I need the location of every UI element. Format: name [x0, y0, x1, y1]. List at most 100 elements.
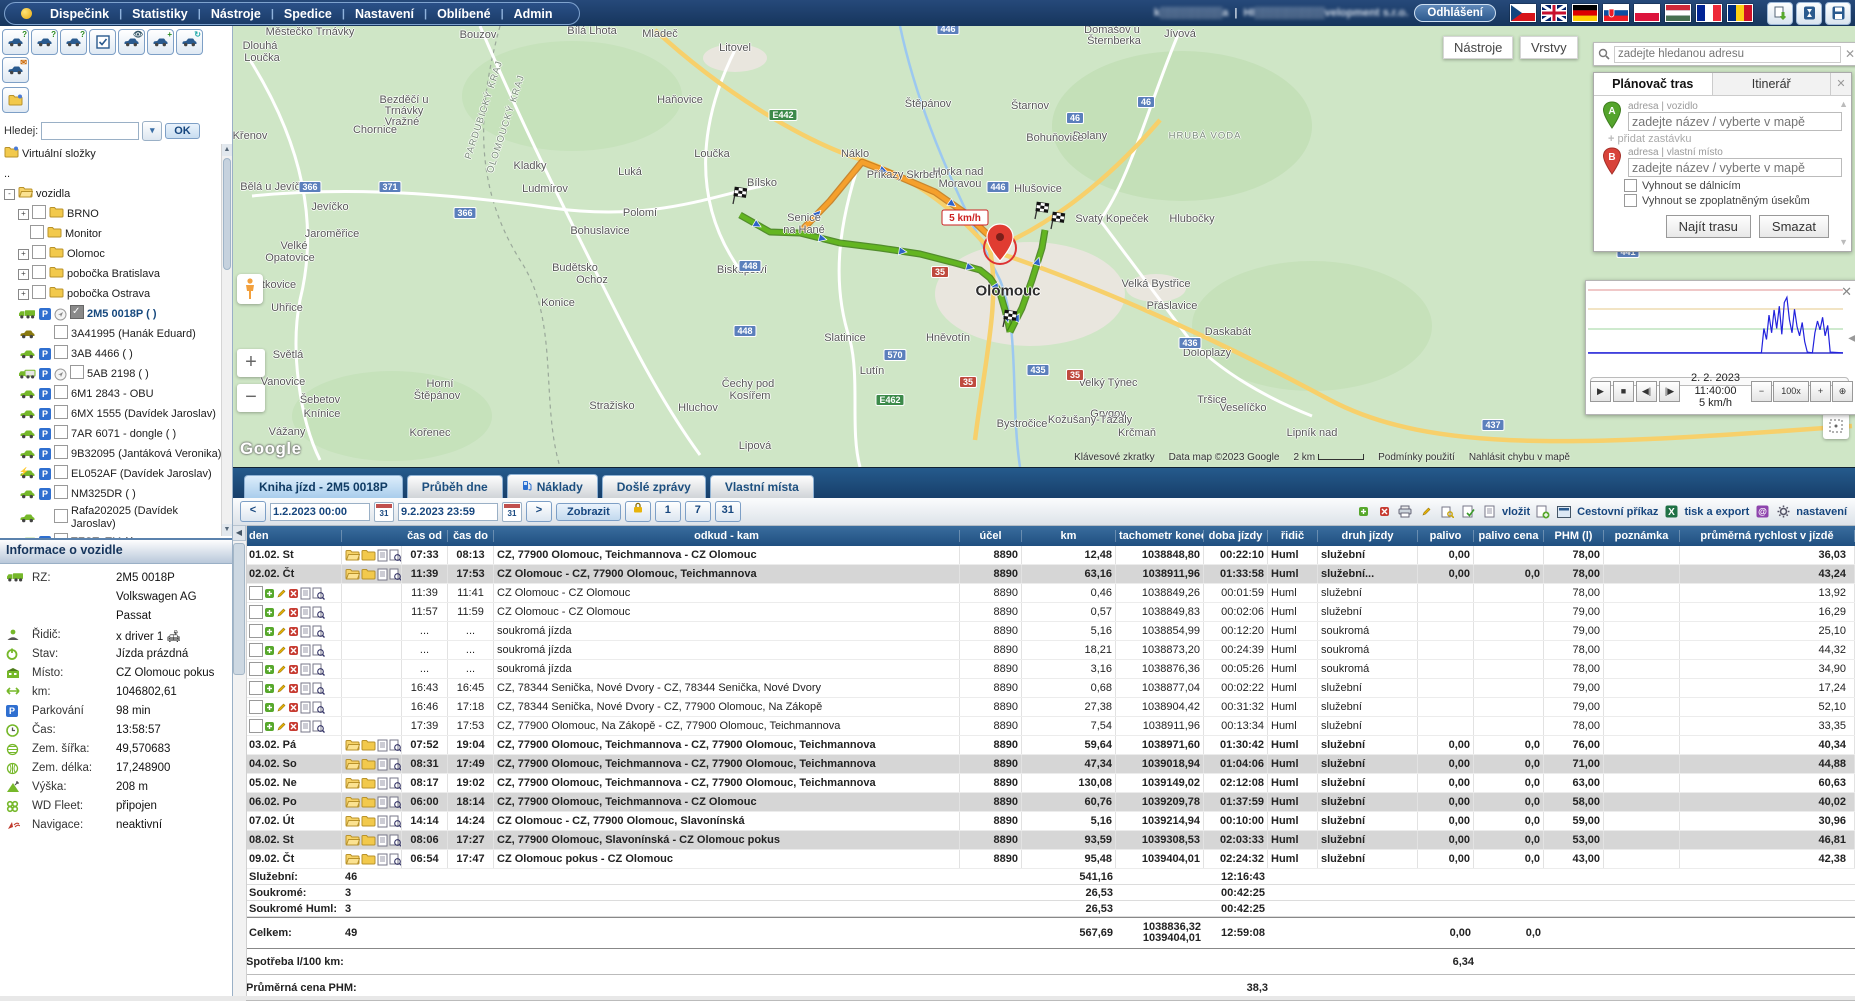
column-header[interactable]: řidič: [1268, 530, 1318, 542]
remove-record-icon[interactable]: [1376, 504, 1392, 519]
search-ok-button[interactable]: OK: [165, 123, 200, 139]
logbook-trip-row[interactable]: 16:4617:18 CZ, 78344 Senička, Nové Dvory…: [246, 698, 1855, 717]
column-header[interactable]: čas do: [448, 530, 494, 542]
tree-item[interactable]: P2M5 0018P ( ): [4, 304, 222, 324]
search-dropdown-icon[interactable]: ▾: [142, 121, 162, 141]
tree-item[interactable]: P3AB 4466 ( ): [4, 344, 222, 364]
tree-item[interactable]: PNM325DR ( ): [4, 484, 222, 504]
sidebar-scrollbar[interactable]: ▲ ▼: [221, 144, 232, 536]
confirm-document-icon[interactable]: [1460, 504, 1476, 519]
quick-range-31-button[interactable]: 31: [715, 501, 741, 522]
waypoint-a-input[interactable]: [1628, 112, 1842, 131]
excel-icon[interactable]: X: [1663, 504, 1679, 519]
speed-plus-button[interactable]: +: [1810, 381, 1831, 402]
follow-vehicle-button[interactable]: ⊕: [1832, 381, 1853, 402]
scroll-left-icon[interactable]: ◀: [232, 525, 246, 541]
zoom-out-button[interactable]: −: [237, 384, 265, 412]
zoom-in-button[interactable]: +: [237, 349, 265, 377]
tree-expander-icon[interactable]: -: [4, 189, 15, 200]
car-message-icon[interactable]: ?: [31, 29, 58, 55]
planner-scroll-up-icon[interactable]: ▲: [1839, 99, 1848, 109]
tree-item[interactable]: Rafa202025 (Davídek Jaroslav): [4, 504, 222, 532]
logbook-day-row[interactable]: 05.02. Ne 08:1719:02 CZ, 77900 Olomouc, …: [246, 774, 1855, 793]
play-button[interactable]: ▶: [1590, 381, 1611, 402]
tree-checkbox[interactable]: [54, 485, 68, 503]
logbook-day-row[interactable]: 06.02. Po 06:0018:14 CZ, 77900 Olomouc, …: [246, 793, 1855, 812]
tab-2[interactable]: Náklady: [507, 474, 598, 498]
travel-order-label[interactable]: Cestovní příkaz: [1577, 506, 1658, 518]
scroll-up-icon[interactable]: ▲: [222, 144, 232, 156]
drivers-message-icon[interactable]: ✉: [2, 57, 29, 83]
column-header[interactable]: km: [1022, 530, 1116, 542]
tree-expander-icon[interactable]: +: [18, 209, 29, 220]
tab-0[interactable]: Kniha jízd - 2M5 0018P: [244, 475, 403, 498]
travel-order-icon[interactable]: [1556, 504, 1572, 519]
logbook-trip-row[interactable]: ...... soukromá jízda 88903,161038876,36…: [246, 660, 1855, 679]
tree-item[interactable]: +pobočka Bratislava: [4, 264, 222, 284]
tree-item[interactable]: P9B32095 (Jantáková Veronika): [4, 444, 222, 464]
logbook-day-row[interactable]: 02.02. Čt 11:3917:53 CZ Olomouc - CZ, 77…: [246, 565, 1855, 584]
clear-route-button[interactable]: Smazat: [1759, 215, 1829, 238]
save-icon[interactable]: [1825, 2, 1851, 25]
map-tools-button[interactable]: Nástroje: [1443, 36, 1513, 59]
map-attribution-link[interactable]: Nahlásit chybu v mapě: [1469, 452, 1570, 463]
menu-item-5[interactable]: Oblíbené: [427, 7, 500, 21]
avoid-highways-option[interactable]: Vyhnout se dálnicím: [1594, 177, 1851, 192]
new-document-icon[interactable]: [1481, 504, 1497, 519]
tree-item[interactable]: P6M1 2843 - OBU: [4, 384, 222, 404]
tree-checkbox[interactable]: [54, 465, 68, 483]
logbook-day-row[interactable]: 03.02. Pá 07:5219:04 CZ, 77900 Olomouc, …: [246, 736, 1855, 755]
logbook-day-row[interactable]: 01.02. St 07:3308:13 CZ, 77900 Olomouc, …: [246, 546, 1855, 565]
map-attribution-link[interactable]: Podmínky použití: [1378, 452, 1455, 463]
menu-item-6[interactable]: Admin: [504, 7, 563, 21]
quick-range-7-button[interactable]: 7: [685, 501, 711, 522]
chart-close-icon[interactable]: ✕: [1841, 284, 1852, 300]
menu-item-1[interactable]: Statistiky: [122, 7, 198, 21]
planner-scroll-down-icon[interactable]: ▼: [1839, 237, 1848, 247]
menu-item-2[interactable]: Nástroje: [201, 7, 271, 21]
add-record-icon[interactable]: [1355, 504, 1371, 519]
tree-item[interactable]: +pobočka Ostrava: [4, 284, 222, 304]
export-document-icon[interactable]: [1767, 2, 1793, 25]
column-header[interactable]: palivo cena: [1474, 530, 1544, 542]
tasks-checkbox-icon[interactable]: [89, 29, 116, 55]
column-header[interactable]: odkud - kam: [494, 530, 960, 542]
logbook-day-row[interactable]: 04.02. So 08:3117:49 CZ, 77900 Olomouc, …: [246, 755, 1855, 774]
key-permissions-icon[interactable]: [1439, 504, 1455, 519]
logbook-day-row[interactable]: 08.02. St 08:0617:27 CZ, 77900 Olomouc, …: [246, 831, 1855, 850]
logbook-trip-row[interactable]: 11:5711:59 CZ Olomouc - CZ Olomouc 88900…: [246, 603, 1855, 622]
logbook-trip-row[interactable]: 16:4316:45 CZ, 78344 Senička, Nové Dvory…: [246, 679, 1855, 698]
print-export-label[interactable]: tisk a export: [1684, 506, 1749, 518]
quick-range-1-button[interactable]: 1: [655, 501, 681, 522]
column-header[interactable]: PHM (l): [1544, 530, 1604, 542]
tree-item[interactable]: +BRNO: [4, 204, 222, 224]
avoid-highways-checkbox[interactable]: [1624, 179, 1637, 192]
car-refresh-icon[interactable]: ↻: [176, 29, 203, 55]
tree-checkbox[interactable]: [32, 285, 46, 303]
column-header[interactable]: účel: [960, 530, 1022, 542]
planner-close-icon[interactable]: ✕: [1830, 73, 1851, 95]
car-report-icon[interactable]: ?: [60, 29, 87, 55]
logbook-day-row[interactable]: 09.02. Čt 06:5417:47 CZ Olomouc pokus - …: [246, 850, 1855, 869]
tree-item[interactable]: Virtuální složky: [4, 144, 222, 164]
logbook-day-row[interactable]: 07.02. Út 14:1414:24 CZ Olomouc - CZ, 77…: [246, 812, 1855, 831]
tree-item[interactable]: P6MX 1555 (Davídek Jaroslav): [4, 404, 222, 424]
prev-period-button[interactable]: <: [240, 501, 266, 522]
tree-checkbox[interactable]: [32, 205, 46, 223]
column-header[interactable]: průměrná rychlost v jízdě: [1680, 530, 1855, 542]
add-stop-link[interactable]: + přidat zastávku: [1594, 131, 1851, 147]
tree-checkbox[interactable]: [54, 509, 68, 527]
step-forward-button[interactable]: |▶: [1659, 381, 1680, 402]
avoid-toll-option[interactable]: Vyhnout se zpoplatněným úsekům: [1594, 192, 1851, 207]
tree-item[interactable]: P7AR 6071 - dongle ( ): [4, 424, 222, 444]
scroll-down-icon[interactable]: ▼: [222, 524, 232, 536]
speed-multiplier[interactable]: 100x: [1773, 381, 1809, 402]
tree-item[interactable]: 3A41995 (Hanák Eduard): [4, 324, 222, 344]
tree-checkbox[interactable]: [70, 305, 84, 323]
date-from-input[interactable]: [270, 503, 370, 521]
tab-3[interactable]: Došlé zprávy: [602, 475, 706, 498]
table-scrollbar[interactable]: ◀: [232, 525, 247, 996]
flag-gb-icon[interactable]: [1541, 4, 1567, 22]
waypoint-b-input[interactable]: [1628, 158, 1842, 177]
flag-ro-icon[interactable]: [1727, 4, 1753, 22]
